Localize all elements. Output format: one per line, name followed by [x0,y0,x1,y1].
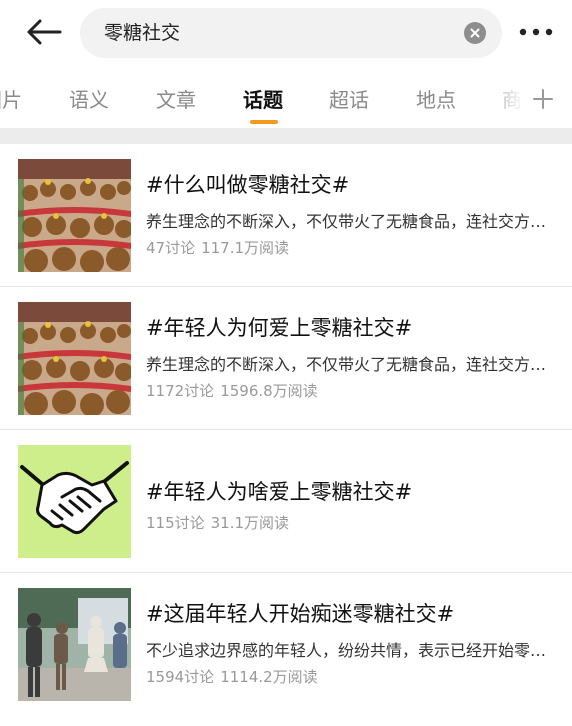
topic-title: #年轻人为啥爱上零糖社交# [146,480,413,504]
tabs-fade [482,70,532,128]
active-tab-indicator [250,120,278,124]
topic-thumbnail [18,159,131,272]
tab-super-topics[interactable]: 超话 [329,84,369,113]
topic-item[interactable]: #这届年轻人开始痴迷零糖社交# 不少追求边界感的年轻人，纷纷共情，表示已经开始零… [0,573,572,716]
tab-topics[interactable]: 话题 [243,84,283,113]
read-count: 117.1万阅读 [201,239,290,257]
topic-thumbnail [18,588,131,701]
topic-item[interactable]: #年轻人为啥爱上零糖社交# 115讨论 31.1万阅读 [0,430,572,573]
add-tab-icon[interactable] [532,88,554,110]
tab-pictures[interactable]: 图片 [0,84,22,113]
search-query[interactable]: 零糖社交 [104,8,180,58]
discussion-count: 1172讨论 [146,382,215,400]
topic-description: 养生理念的不断深入，不仅带火了无糖食品，连社交方式也开始讲究“零糖”了 [146,212,556,231]
topic-title: #年轻人为何爱上零糖社交# [146,316,413,340]
topic-stats: 115讨论 31.1万阅读 [146,512,295,533]
back-arrow-icon[interactable] [22,14,66,50]
search-input[interactable]: 零糖社交 [80,8,502,58]
topic-title: #这届年轻人开始痴迷零糖社交# [146,602,455,626]
tab-places[interactable]: 地点 [416,84,456,113]
tab-articles[interactable]: 文章 [156,84,196,113]
discussion-count: 47讨论 [146,239,196,257]
read-count: 31.1万阅读 [210,514,290,532]
discussion-count: 115讨论 [146,514,205,532]
topic-item[interactable]: #年轻人为何爱上零糖社交# 养生理念的不断深入，不仅带火了无糖食品，连社交方式也… [0,287,572,430]
topic-thumbnail [18,302,131,415]
topic-stats: 47讨论 117.1万阅读 [146,237,295,258]
clear-icon[interactable] [464,22,486,44]
topic-title: #什么叫做零糖社交# [146,173,350,197]
handshake-icon [18,445,131,558]
topic-stats: 1172讨论 1596.8万阅读 [146,380,324,401]
read-count: 1596.8万阅读 [220,382,318,400]
read-count: 1114.2万阅读 [220,668,318,686]
topic-description: 养生理念的不断深入，不仅带火了无糖食品，连社交方式也开始讲究“零糖”了 [146,355,556,374]
more-icon[interactable] [516,20,556,44]
section-divider [0,128,572,144]
discussion-count: 1594讨论 [146,668,215,686]
tab-bar: 图片 语义 文章 话题 超话 地点 商 [0,70,572,128]
topic-stats: 1594讨论 1114.2万阅读 [146,666,324,687]
topic-item[interactable]: #什么叫做零糖社交# 养生理念的不断深入，不仅带火了无糖食品，连社交方式也开始讲… [0,144,572,287]
topic-thumbnail [18,445,131,558]
topic-description: 不少追求边界感的年轻人，纷纷共情，表示已经开始零糖社交了 [146,641,556,660]
top-bar: 零糖社交 [0,0,572,64]
tab-semantic[interactable]: 语义 [69,84,109,113]
